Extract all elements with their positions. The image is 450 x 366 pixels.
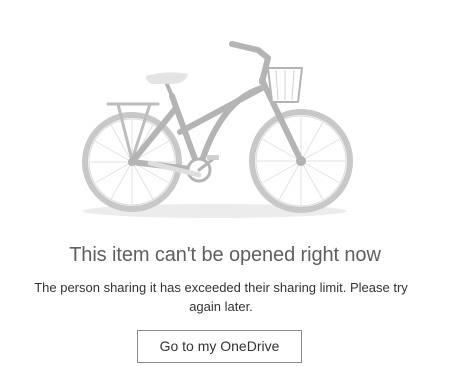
error-message: The person sharing it has exceeded their… (15, 278, 427, 316)
error-page: This item can't be opened right now The … (0, 0, 450, 366)
error-message-line: The person sharing it has exceeded their… (34, 280, 408, 295)
bicycle-illustration-icon (82, 41, 353, 218)
error-message-line: again later. (189, 299, 253, 314)
go-to-onedrive-button[interactable]: Go to my OneDrive (137, 330, 302, 363)
error-title: This item can't be opened right now (69, 244, 381, 266)
